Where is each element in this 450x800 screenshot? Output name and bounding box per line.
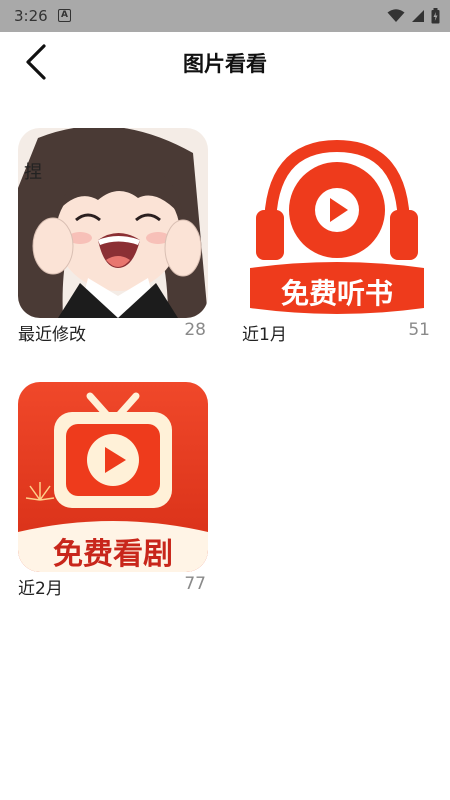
album-meta: 近1月 51 — [242, 318, 432, 345]
album-meta: 近2月 77 — [18, 572, 208, 599]
signal-icon — [411, 9, 425, 23]
album-name: 最近修改 — [18, 325, 86, 345]
svg-text:捏: 捏 — [24, 162, 42, 183]
album-card-recent[interactable]: 捏 最近修改 28 — [18, 128, 208, 345]
status-bar: 3:26 A — [0, 0, 450, 32]
album-count: 51 — [408, 320, 430, 340]
album-name: 近1月 — [242, 325, 287, 345]
album-thumbnail-drama-tv-logo[interactable]: 免费看剧 — [18, 382, 208, 572]
page-title: 图片看看 — [183, 52, 267, 76]
status-icons — [387, 8, 440, 24]
album-card-1-month[interactable]: 免费听书 近1月 51 — [242, 128, 432, 345]
battery-icon — [431, 8, 440, 24]
album-meta: 最近修改 28 — [18, 318, 208, 345]
album-thumbnail-anime-girl[interactable]: 捏 — [18, 128, 208, 318]
app-header: 图片看看 — [0, 32, 450, 90]
album-name: 近2月 — [18, 579, 63, 599]
status-time: 3:26 — [14, 7, 48, 25]
thumb-text-drama: 免费看剧 — [53, 537, 173, 572]
album-count: 28 — [184, 320, 206, 340]
album-count: 77 — [184, 574, 206, 594]
thumb-text-audiobook: 免费听书 — [281, 277, 393, 310]
album-card-2-months[interactable]: 免费看剧 近2月 77 — [18, 382, 208, 599]
notification-icon: A — [58, 9, 71, 22]
album-thumbnail-audiobook-logo[interactable]: 免费听书 — [242, 128, 432, 318]
wifi-icon — [387, 9, 405, 23]
